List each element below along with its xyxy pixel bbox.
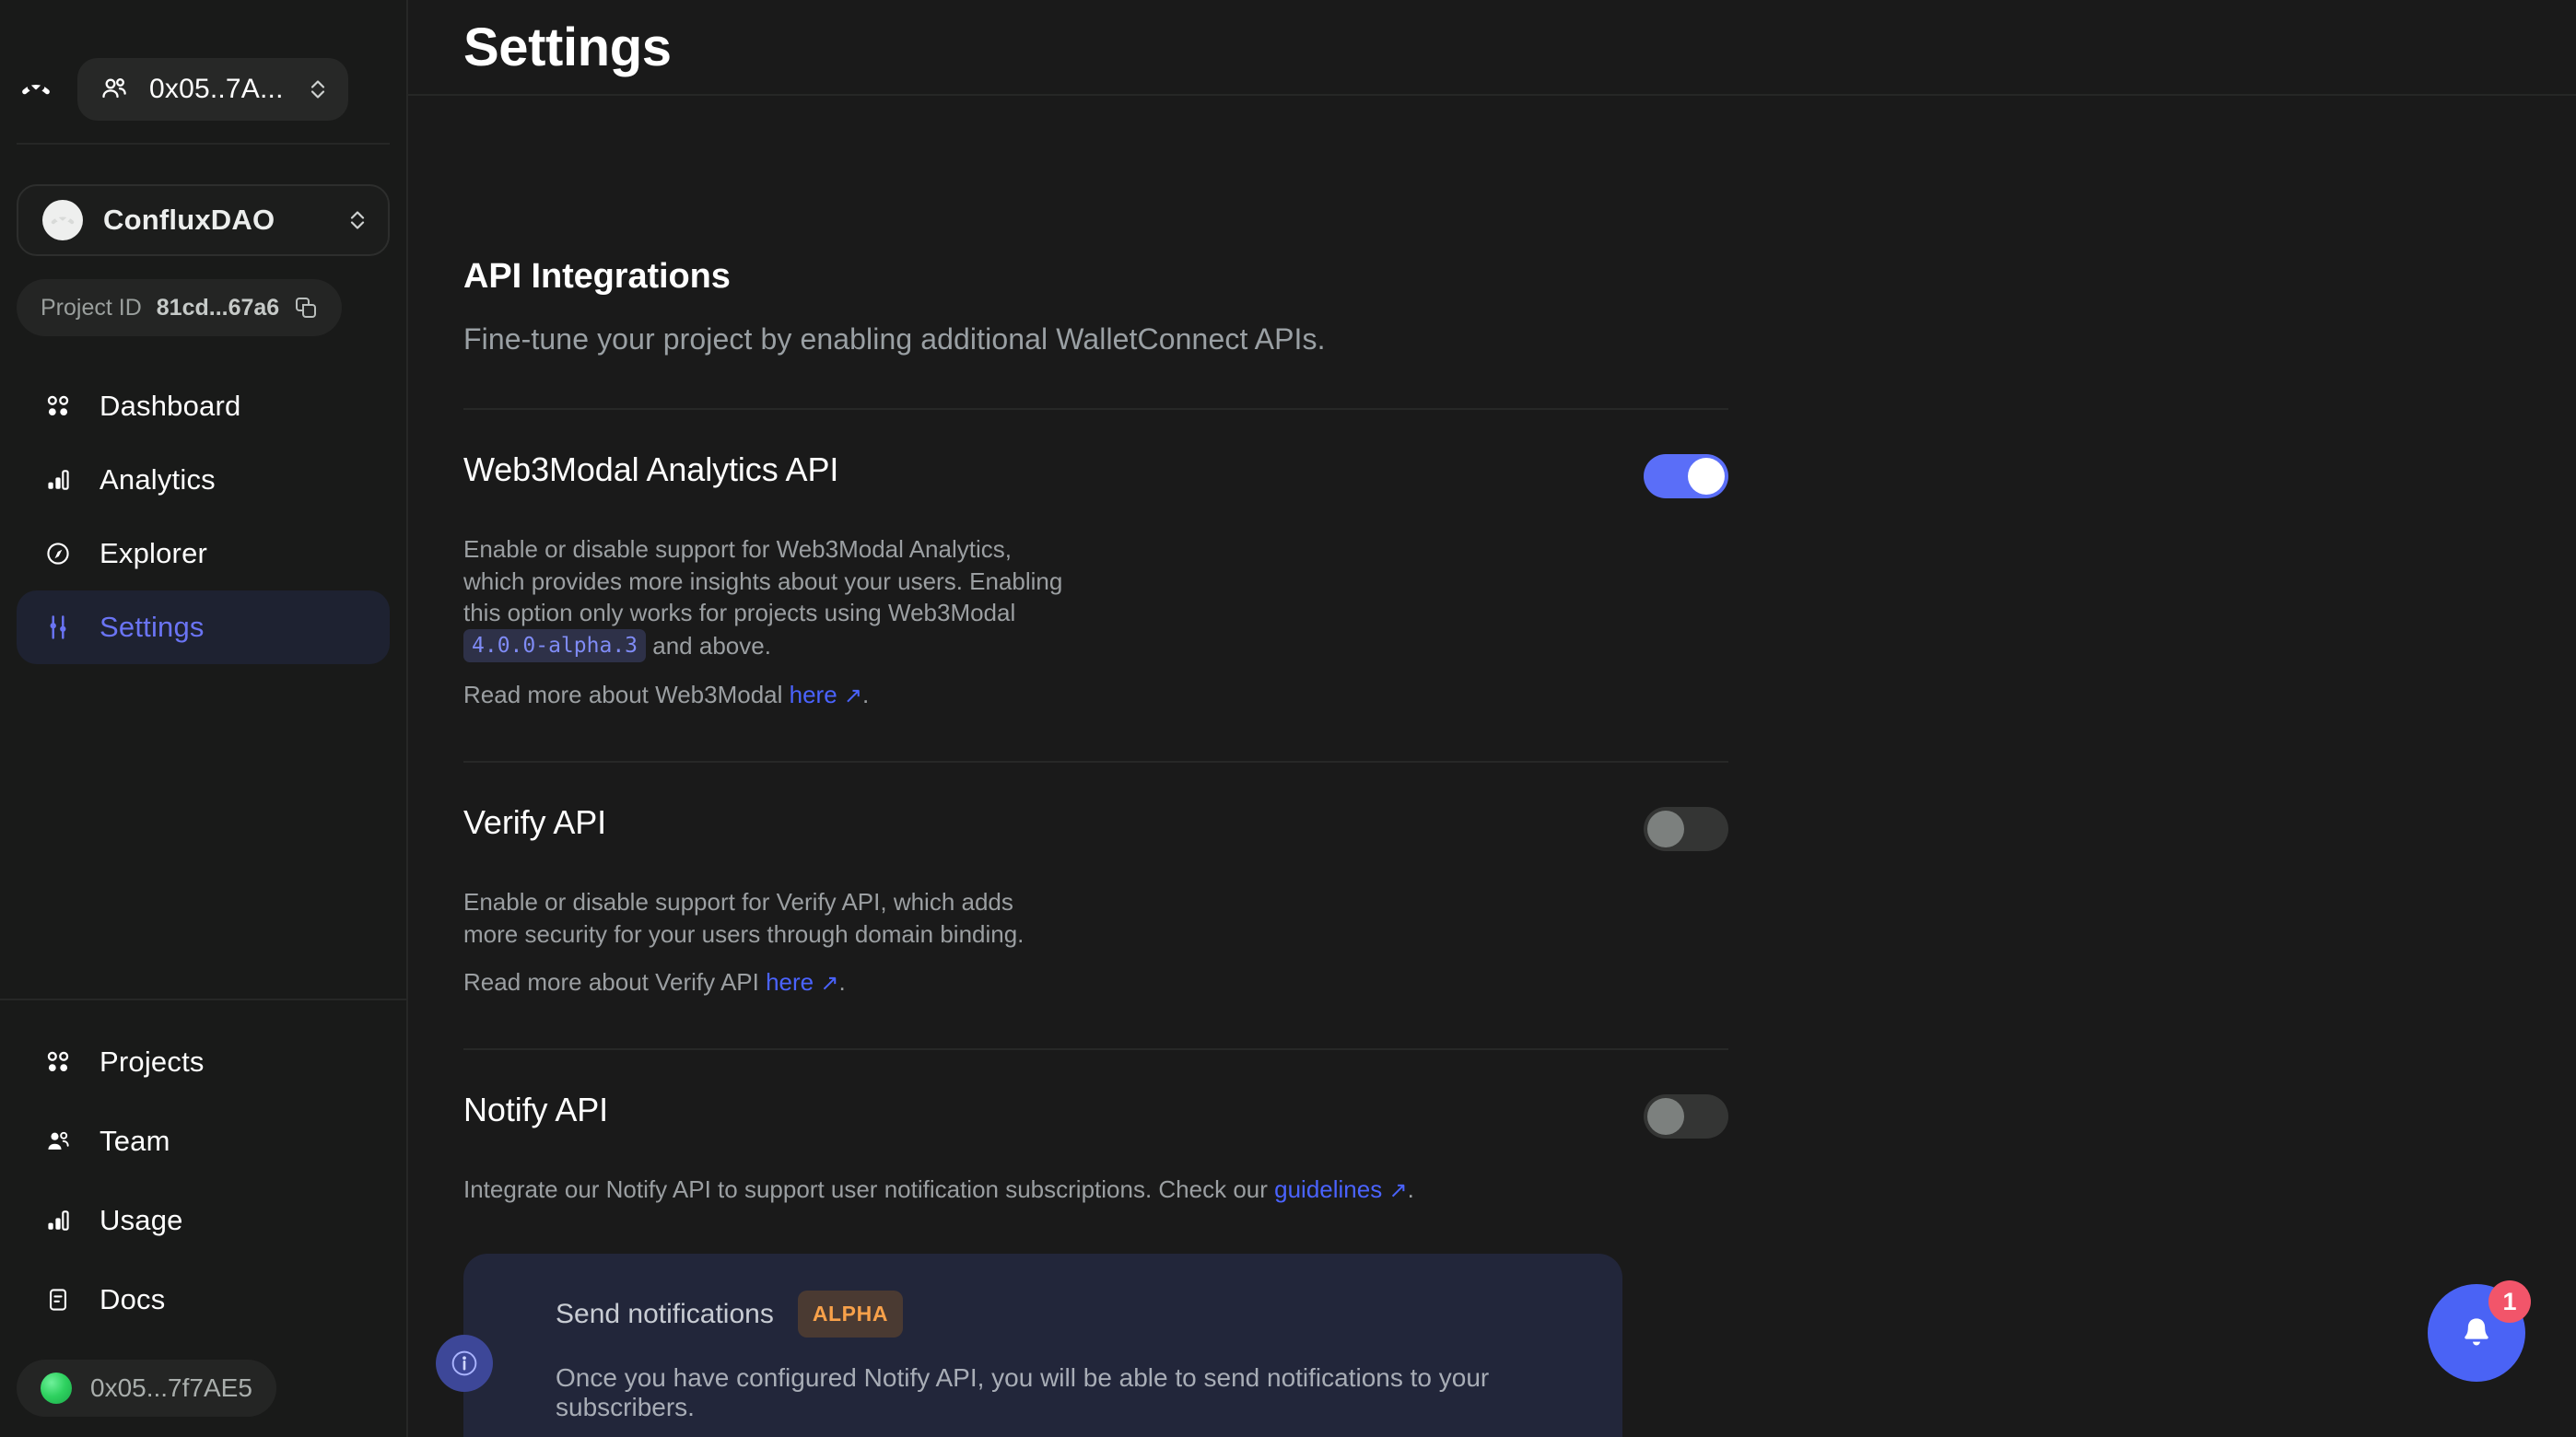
api-description-text-tail: and above.	[652, 632, 771, 660]
sidebar-divider-top	[17, 143, 390, 145]
info-icon	[436, 1335, 493, 1392]
online-dot-icon	[41, 1373, 72, 1404]
people-icon	[100, 75, 129, 104]
notify-api-toggle[interactable]	[1644, 1094, 1728, 1139]
sidebar-item-label: Dashboard	[100, 390, 240, 423]
app-root: 0x05..7A... ConfluxDAO	[0, 0, 2576, 1437]
verify-api-toggle[interactable]	[1644, 807, 1728, 851]
bell-icon	[2456, 1313, 2497, 1353]
callout-title: Send notifications	[556, 1299, 774, 1330]
sidebar-item-settings[interactable]: Settings	[17, 590, 390, 664]
link-text: guidelines	[1274, 1175, 1382, 1203]
sidebar-item-team[interactable]: Team	[17, 1102, 390, 1181]
readmore-prefix: Read more about Web3Modal	[463, 681, 782, 708]
sliders-icon	[42, 612, 74, 643]
account-switcher[interactable]: 0x05..7A...	[77, 58, 348, 121]
wallet-address: 0x05...7f7AE5	[90, 1373, 252, 1403]
notification-count-badge: 1	[2488, 1280, 2531, 1323]
sidebar-item-docs[interactable]: Docs	[17, 1260, 390, 1339]
chevron-updown-icon	[308, 75, 328, 104]
sidebar-item-label: Docs	[100, 1283, 165, 1316]
project-id-label: Project ID	[41, 295, 142, 321]
project-id-value: 81cd...67a6	[157, 295, 279, 321]
api-description: Integrate our Notify API to support user…	[463, 1174, 1477, 1206]
account-label: 0x05..7A...	[149, 74, 284, 105]
sidebar-divider-bottom	[0, 999, 406, 1000]
api-name: Notify API	[463, 1091, 608, 1129]
external-link-icon: ↗	[820, 970, 838, 997]
grid-icon	[42, 391, 74, 422]
toggle-knob	[1647, 1098, 1684, 1135]
readmore-suffix: .	[862, 681, 869, 708]
sidebar-item-analytics[interactable]: Analytics	[17, 443, 390, 517]
main-content: Settings API Integrations Fine-tune your…	[408, 0, 2576, 1437]
compass-icon	[42, 538, 74, 569]
grid-icon	[42, 1046, 74, 1078]
link-text: here	[790, 681, 837, 708]
api-description: Enable or disable support for Web3Modal …	[463, 533, 1071, 662]
api-row-notify: Notify API Integrate our Notify API to s…	[463, 1050, 1728, 1437]
section-title: API Integrations	[463, 257, 2576, 297]
wallet-address-badge[interactable]: 0x05...7f7AE5	[17, 1360, 276, 1417]
sidebar-item-explorer[interactable]: Explorer	[17, 517, 390, 590]
project-id-badge[interactable]: Project ID 81cd...67a6	[17, 279, 342, 336]
readmore-suffix: .	[838, 968, 845, 996]
bar-chart-icon	[42, 464, 74, 496]
project-name: ConfluxDAO	[103, 204, 323, 237]
api-integrations-header: API Integrations Fine-tune your project …	[463, 96, 2576, 356]
sidebar-item-label: Explorer	[100, 537, 207, 570]
page-title: Settings	[408, 2, 2576, 94]
sidebar-item-label: Projects	[100, 1046, 205, 1079]
external-link-icon: ↗	[1388, 1176, 1407, 1206]
walletconnect-avatar-icon	[42, 200, 83, 240]
callout-text: Once you have configured Notify API, you…	[556, 1363, 1582, 1422]
toggle-knob	[1688, 458, 1725, 495]
alpha-badge: ALPHA	[798, 1291, 903, 1338]
api-description: Enable or disable support for Verify API…	[463, 886, 1071, 950]
api-name: Verify API	[463, 803, 606, 842]
chevron-updown-icon	[347, 205, 368, 235]
external-link-icon: ↗	[844, 683, 862, 709]
verify-docs-link[interactable]: here ↗	[766, 968, 838, 996]
primary-nav: Dashboard Analytics	[0, 369, 406, 664]
readmore-prefix: Read more about Verify API	[463, 968, 759, 996]
walletconnect-logo-icon	[17, 70, 55, 109]
copy-icon[interactable]	[294, 296, 318, 320]
link-text: here	[766, 968, 814, 996]
api-row-verify: Verify API Enable or disable support for…	[463, 763, 1728, 997]
sidebar-item-usage[interactable]: Usage	[17, 1181, 390, 1260]
document-icon	[42, 1284, 74, 1315]
users-icon	[42, 1126, 74, 1157]
sidebar-item-dashboard[interactable]: Dashboard	[17, 369, 390, 443]
api-readmore: Read more about Web3Modal here ↗.	[463, 681, 1728, 709]
secondary-nav-wrap: Projects Team	[0, 999, 406, 1437]
sidebar: 0x05..7A... ConfluxDAO	[0, 0, 408, 1437]
api-name: Web3Modal Analytics API	[463, 450, 838, 489]
sidebar-item-projects[interactable]: Projects	[17, 1022, 390, 1102]
version-badge: 4.0.0-alpha.3	[463, 629, 646, 663]
api-description-suffix: .	[1408, 1175, 1414, 1203]
api-row-web3modal-analytics: Web3Modal Analytics API Enable or disabl…	[463, 410, 1728, 709]
web3modal-docs-link[interactable]: here ↗	[790, 681, 862, 708]
api-description-text: Enable or disable support for Web3Modal …	[463, 535, 1062, 626]
toggle-knob	[1647, 811, 1684, 847]
api-readmore: Read more about Verify API here ↗.	[463, 968, 1728, 997]
send-notifications-callout: Send notifications ALPHA Once you have c…	[463, 1254, 1622, 1437]
sidebar-item-label: Usage	[100, 1204, 183, 1237]
api-description-text: Integrate our Notify API to support user…	[463, 1175, 1268, 1203]
project-selector[interactable]: ConfluxDAO	[17, 184, 390, 256]
sidebar-item-label: Analytics	[100, 463, 216, 497]
secondary-nav: Projects Team	[0, 1022, 406, 1339]
sidebar-top-bar: 0x05..7A...	[0, 0, 406, 143]
bar-chart-icon	[42, 1205, 74, 1236]
notify-guidelines-link[interactable]: guidelines ↗	[1274, 1175, 1407, 1203]
sidebar-item-label: Team	[100, 1125, 170, 1158]
sidebar-item-label: Settings	[100, 611, 205, 644]
settings-content: API Integrations Fine-tune your project …	[408, 96, 2576, 1437]
web3modal-analytics-toggle[interactable]	[1644, 454, 1728, 498]
notifications-fab[interactable]: 1	[2428, 1284, 2525, 1382]
section-subtitle: Fine-tune your project by enabling addit…	[463, 322, 2576, 356]
